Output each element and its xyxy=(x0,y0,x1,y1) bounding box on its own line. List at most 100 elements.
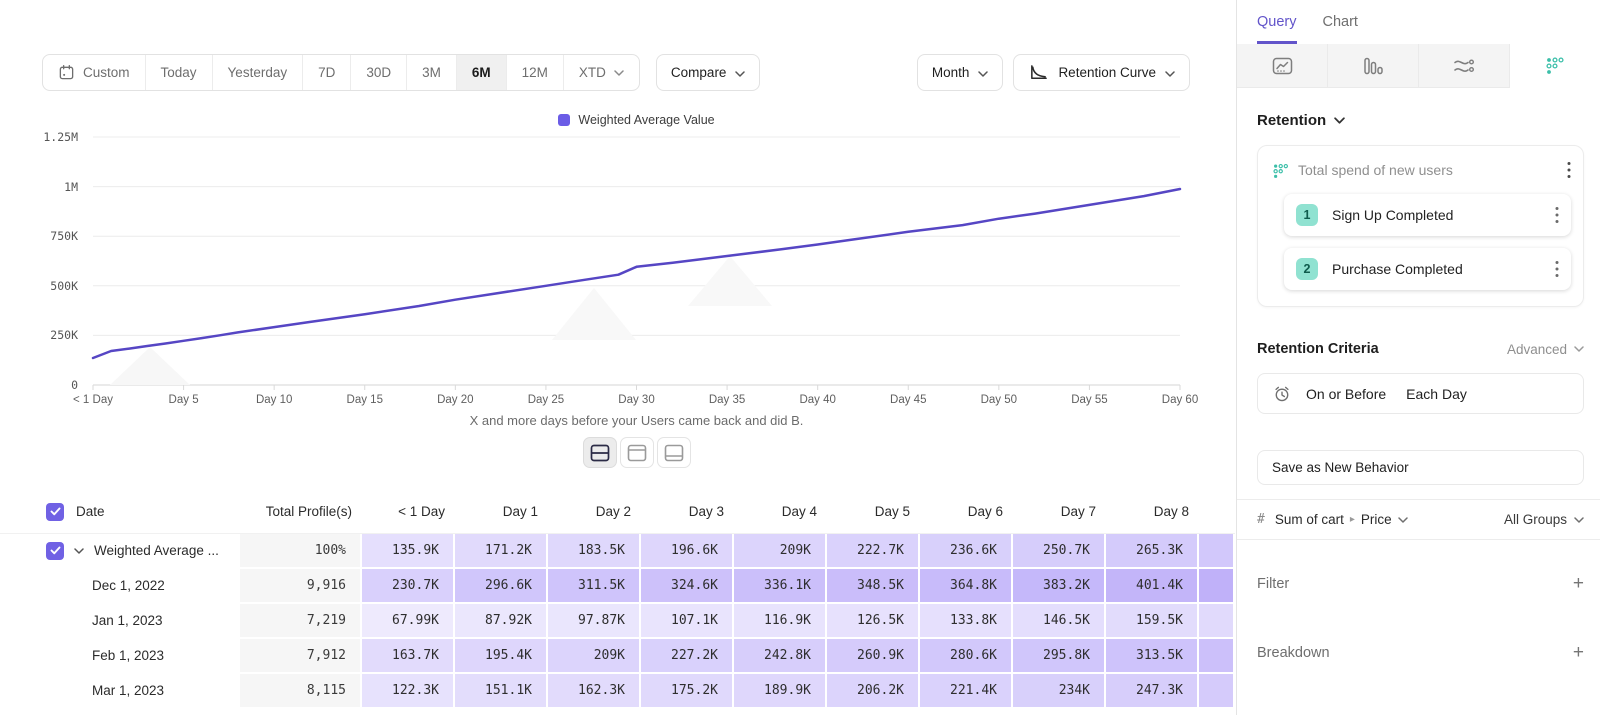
chevron-down-icon xyxy=(1398,517,1408,523)
retention-value-cell: 126.5K xyxy=(827,604,920,639)
x-tick-label: Day 55 xyxy=(1071,394,1107,406)
calendar-icon xyxy=(58,64,75,81)
condition-label[interactable]: On or Before xyxy=(1306,386,1386,402)
kebab-menu-icon[interactable] xyxy=(1555,260,1559,278)
retention-value-cell: 242.8K xyxy=(734,639,827,674)
retention-section-label: Retention xyxy=(1257,112,1326,129)
retention-section-dropdown[interactable]: Retention xyxy=(1257,112,1584,129)
x-tick-label: Day 10 xyxy=(256,394,292,406)
insights-icon[interactable] xyxy=(1237,44,1328,88)
chevron-down-icon xyxy=(1574,346,1584,352)
table-header: Day 3 xyxy=(641,490,734,534)
retention-criteria-label: Retention Criteria xyxy=(1257,341,1379,357)
retention-value-cell: 348.5K xyxy=(827,569,920,604)
behavior-step-1[interactable]: 1Sign Up Completed xyxy=(1284,194,1571,236)
chart-type-button[interactable]: Retention Curve xyxy=(1013,54,1190,91)
chevron-down-icon xyxy=(1574,517,1584,523)
retention-report-app: CustomTodayYesterday7D30D3M6M12MXTD Comp… xyxy=(0,0,1600,715)
tab-query[interactable]: Query xyxy=(1257,0,1297,44)
kebab-menu-icon[interactable] xyxy=(1555,206,1559,224)
step-event-label: Sign Up Completed xyxy=(1332,207,1541,223)
behavior-step-2[interactable]: 2 Purchase Completed xyxy=(1284,248,1571,290)
x-tick-label: Day 45 xyxy=(890,394,926,406)
retention-value-cell: 196.6K xyxy=(641,534,734,569)
total-profiles-cell: 100% xyxy=(240,534,362,569)
retention-value-cell: 311.5K xyxy=(548,569,641,604)
group-dropdown[interactable]: All Groups xyxy=(1504,512,1584,527)
flows-icon[interactable] xyxy=(1419,44,1510,88)
x-tick-label: Day 20 xyxy=(437,394,473,406)
granularity-button[interactable]: Month xyxy=(917,54,1004,91)
step-number-badge: 2 xyxy=(1296,258,1318,280)
compare-button[interactable]: Compare xyxy=(656,54,761,91)
retention-criteria-row: Retention Criteria Advanced xyxy=(1257,341,1584,357)
chevron-down-icon xyxy=(1165,71,1175,77)
measure-property-dropdown[interactable]: Sum of cart ▸ Price xyxy=(1275,512,1408,527)
behavior-title: Total spend of new users xyxy=(1298,162,1557,178)
tab-chart[interactable]: Chart xyxy=(1323,0,1358,44)
retention-value-cell: 295.8K xyxy=(1013,639,1106,674)
retention-value-cell: 175.2K xyxy=(641,674,734,709)
step-event-label: Purchase Completed xyxy=(1332,261,1541,277)
date-range-12m[interactable]: 12M xyxy=(507,55,564,90)
add-breakdown-button[interactable]: + xyxy=(1573,643,1584,662)
date-range-yesterday[interactable]: Yesterday xyxy=(213,55,304,90)
layout-toggle-group xyxy=(93,437,1180,468)
sidebar-tabs: Query Chart xyxy=(1237,0,1600,44)
date-range-3m[interactable]: 3M xyxy=(407,55,457,90)
date-range-today[interactable]: Today xyxy=(146,55,213,90)
chevron-down-icon xyxy=(978,65,988,80)
layout-chart-view-button[interactable] xyxy=(620,437,654,468)
x-tick-label: Day 60 xyxy=(1162,394,1198,406)
compare-label: Compare xyxy=(671,65,727,80)
criteria-mode-dropdown[interactable]: Advanced xyxy=(1507,342,1584,357)
retention-value-cell: 146.5K xyxy=(1013,604,1106,639)
x-axis-caption: X and more days before your Users came b… xyxy=(93,413,1180,428)
retention-condition-card[interactable]: On or Before Each Day xyxy=(1257,373,1584,414)
date-range-7d[interactable]: 7D xyxy=(303,55,351,90)
add-filter-button[interactable]: + xyxy=(1573,574,1584,593)
x-tick-label: Day 25 xyxy=(528,394,564,406)
x-tick-label: Day 35 xyxy=(709,394,745,406)
retention-value-cell: 162.3K xyxy=(548,674,641,709)
save-as-new-behavior-button[interactable]: Save as New Behavior xyxy=(1257,450,1584,485)
retention-value-cell: 133.8K xyxy=(920,604,1013,639)
retention-curve-icon xyxy=(1028,63,1049,82)
chart-type-icon-row xyxy=(1237,44,1600,88)
retention-icon[interactable] xyxy=(1510,44,1600,88)
retention-value-cell: 383.2K xyxy=(1013,569,1106,604)
retention-value-cell: 183.5K xyxy=(548,534,641,569)
retention-value-cell: 313.5K xyxy=(1106,639,1199,674)
retention-table: DateTotal Profile(s)< 1 DayDay 1Day 2Day… xyxy=(0,490,1235,709)
kebab-menu-icon[interactable] xyxy=(1567,161,1571,179)
y-tick-label: 500K xyxy=(20,279,78,293)
filter-label: Filter xyxy=(1257,576,1289,592)
retention-value-cell: 247.3K xyxy=(1106,674,1199,709)
retention-value-cell: 195.4K xyxy=(455,639,548,674)
row-checkbox[interactable] xyxy=(46,503,64,521)
chevron-down-icon xyxy=(614,70,624,76)
row-expand-chevron-icon[interactable] xyxy=(74,548,84,554)
y-tick-label: 0 xyxy=(20,378,78,392)
retention-value-cell: 159.5K xyxy=(1106,604,1199,639)
condition-interval[interactable]: Each Day xyxy=(1406,386,1467,402)
x-tick-label: Day 15 xyxy=(347,394,383,406)
date-range-group: CustomTodayYesterday7D30D3M6M12MXTD xyxy=(42,54,640,91)
retention-value-cell-partial xyxy=(1199,534,1235,569)
table-row-label: Mar 1, 2023 xyxy=(0,674,240,709)
date-range-custom[interactable]: Custom xyxy=(43,55,146,90)
chart-type-label: Retention Curve xyxy=(1058,65,1156,80)
y-tick-label: 250K xyxy=(20,328,78,342)
chevron-down-icon xyxy=(735,71,745,77)
chevron-down-icon xyxy=(978,71,988,77)
measure-sub-property: Price xyxy=(1361,512,1392,527)
layout-table-view-button[interactable] xyxy=(657,437,691,468)
funnels-icon[interactable] xyxy=(1328,44,1419,88)
row-checkbox[interactable] xyxy=(46,542,64,560)
date-range-30d[interactable]: 30D xyxy=(351,55,407,90)
date-range-xtd[interactable]: XTD xyxy=(564,55,639,90)
layout-split-view-button[interactable] xyxy=(583,437,617,468)
x-tick-label: Day 5 xyxy=(169,394,199,406)
table-header: Day 6 xyxy=(920,490,1013,534)
date-range-6m[interactable]: 6M xyxy=(457,55,507,90)
